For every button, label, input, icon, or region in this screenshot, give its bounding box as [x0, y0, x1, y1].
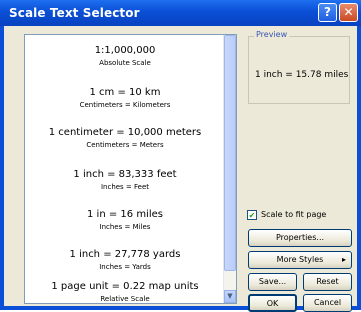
preview-text: 1 inch = 15.78 miles	[255, 70, 349, 80]
list-item-sub: Centimeters = Meters	[86, 141, 164, 149]
scroll-down-arrow-icon[interactable]: ▼	[224, 290, 236, 303]
list-item-main: 1 centimeter = 10,000 meters	[48, 127, 202, 138]
list-item-sub: Inches = Miles	[99, 223, 151, 231]
close-button[interactable]: ✕	[339, 3, 358, 22]
preview-group: Preview 1 inch = 15.78 miles	[248, 30, 350, 104]
list-item-sub: Inches = Yards	[99, 263, 151, 271]
scale-text-selector-dialog: Scale Text Selector ? ✕ 1:1,000,000 Abso…	[0, 0, 361, 312]
list-item[interactable]: 1:1,000,000 Absolute Scale	[25, 45, 225, 67]
dropdown-arrow-icon: ▸	[341, 255, 346, 264]
scale-style-list[interactable]: 1:1,000,000 Absolute Scale 1 cm = 10 km …	[24, 34, 237, 304]
ok-button[interactable]: OK	[248, 294, 297, 312]
scrollbar-thumb[interactable]	[224, 35, 236, 271]
list-item-main: 1 inch = 83,333 feet	[73, 169, 177, 180]
list-item-main: 1 in = 16 miles	[87, 209, 163, 220]
list-item[interactable]: 1 page unit = 0.22 map units Relative Sc…	[25, 281, 225, 303]
list-item[interactable]: 1 inch = 27,778 yards Inches = Yards	[25, 249, 225, 271]
list-item[interactable]: 1 centimeter = 10,000 meters Centimeters…	[25, 127, 225, 149]
list-item-main: 1 inch = 27,778 yards	[69, 249, 181, 260]
list-item-main: 1 cm = 10 km	[89, 87, 161, 98]
list-item-sub: Centimeters = Kilometers	[79, 101, 171, 109]
list-item-sub: Inches = Feet	[100, 183, 150, 191]
scale-to-fit-checkbox[interactable]: ✔	[247, 210, 257, 220]
list-item-sub: Absolute Scale	[99, 59, 151, 67]
preview-label: Preview	[254, 30, 290, 39]
dialog-body: 1:1,000,000 Absolute Scale 1 cm = 10 km …	[4, 26, 357, 312]
list-item[interactable]: 1 in = 16 miles Inches = Miles	[25, 209, 225, 231]
properties-button[interactable]: Properties...	[248, 229, 352, 247]
save-button[interactable]: Save...	[248, 273, 297, 291]
list-item-main: 1 page unit = 0.22 map units	[51, 281, 199, 292]
reset-button[interactable]: Reset	[303, 273, 352, 291]
list-item-sub: Relative Scale	[100, 295, 150, 303]
list-item[interactable]: 1 inch = 83,333 feet Inches = Feet	[25, 169, 225, 191]
list-item-main: 1:1,000,000	[94, 45, 156, 56]
more-styles-label: More Styles	[276, 255, 324, 264]
list-item[interactable]: 1 cm = 10 km Centimeters = Kilometers	[25, 87, 225, 109]
more-styles-button[interactable]: More Styles ▸	[248, 251, 352, 269]
dialog-title: Scale Text Selector	[9, 6, 140, 20]
title-bar[interactable]: Scale Text Selector ? ✕	[0, 0, 361, 26]
scale-to-fit-label[interactable]: Scale to fit page	[261, 210, 326, 219]
cancel-button[interactable]: Cancel	[303, 294, 352, 312]
help-button[interactable]: ?	[318, 3, 337, 22]
list-scrollbar[interactable]: ▼	[223, 35, 236, 303]
